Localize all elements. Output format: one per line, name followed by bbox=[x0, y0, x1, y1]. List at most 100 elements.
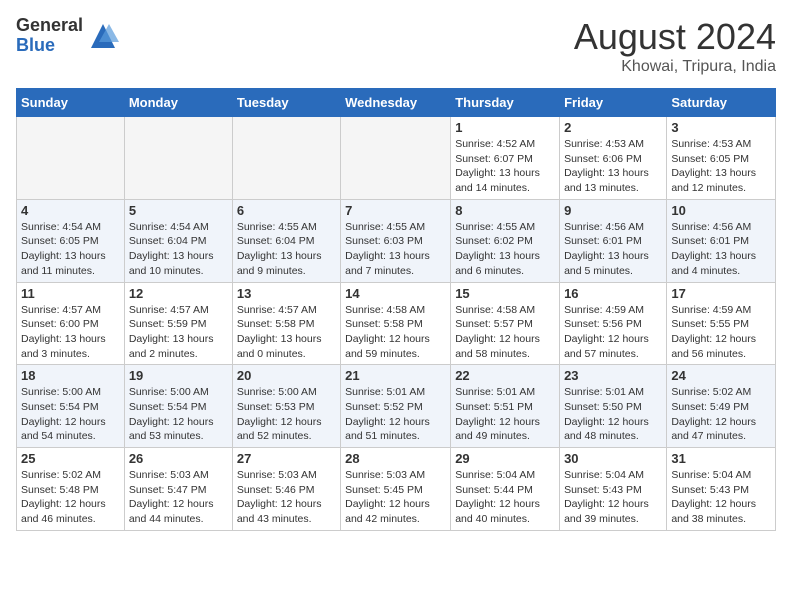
calendar-cell: 22Sunrise: 5:01 AM Sunset: 5:51 PM Dayli… bbox=[451, 365, 560, 448]
week-row-5: 25 Sunrise: 5:02 AM Sunset: 5:48 PM Dayli… bbox=[17, 448, 776, 531]
day-info: Sunrise: 4:55 AM Sunset: 6:04 PM Dayligh… bbox=[237, 220, 336, 279]
day-info: Sunrise: 4:55 AM Sunset: 6:03 PM Dayligh… bbox=[345, 220, 446, 279]
weekday-header-tuesday: Tuesday bbox=[232, 89, 340, 117]
calendar-cell: 13 Sunrise: 4:57 AM Sunset: 5:58 PM Dayli… bbox=[232, 282, 340, 365]
day-info: Sunrise: 4:54 AM Sunset: 6:05 PM Dayligh… bbox=[21, 220, 120, 279]
weekday-header-friday: Friday bbox=[560, 89, 667, 117]
calendar-cell: 5 Sunrise: 4:54 AM Sunset: 6:04 PM Daylig… bbox=[124, 199, 232, 282]
logo-icon bbox=[87, 20, 119, 52]
day-info: Sunrise: 5:04 AM Sunset: 5:44 PM Dayligh… bbox=[455, 468, 555, 527]
calendar-cell bbox=[341, 117, 451, 200]
day-number: 1 bbox=[455, 120, 555, 135]
weekday-header-saturday: Saturday bbox=[667, 89, 776, 117]
weekday-header-row: SundayMondayTuesdayWednesdayThursdayFrid… bbox=[17, 89, 776, 117]
calendar-cell: 12Sunrise: 4:57 AM Sunset: 5:59 PM Dayli… bbox=[124, 282, 232, 365]
day-number: 12 bbox=[129, 286, 228, 301]
day-number: 19 bbox=[129, 368, 228, 383]
calendar-cell: 15 Sunrise: 4:58 AM Sunset: 5:57 PM Dayli… bbox=[451, 282, 560, 365]
day-number: 18 bbox=[21, 368, 120, 383]
day-number: 2 bbox=[564, 120, 662, 135]
day-number: 20 bbox=[237, 368, 336, 383]
week-row-2: 4 Sunrise: 4:54 AM Sunset: 6:05 PM Daylig… bbox=[17, 199, 776, 282]
day-info: Sunrise: 4:56 AM Sunset: 6:01 PM Dayligh… bbox=[671, 220, 771, 279]
day-number: 22 bbox=[455, 368, 555, 383]
day-info: Sunrise: 5:01 AM Sunset: 5:52 PM Dayligh… bbox=[345, 385, 446, 444]
day-info: Sunrise: 4:58 AM Sunset: 5:58 PM Dayligh… bbox=[345, 303, 446, 362]
weekday-header-wednesday: Wednesday bbox=[341, 89, 451, 117]
day-info: Sunrise: 4:59 AM Sunset: 5:55 PM Dayligh… bbox=[671, 303, 771, 362]
day-info: Sunrise: 5:04 AM Sunset: 5:43 PM Dayligh… bbox=[671, 468, 771, 527]
day-info: Sunrise: 4:52 AM Sunset: 6:07 PM Dayligh… bbox=[455, 137, 555, 196]
calendar-cell: 1 Sunrise: 4:52 AM Sunset: 6:07 PM Daylig… bbox=[451, 117, 560, 200]
day-info: Sunrise: 4:58 AM Sunset: 5:57 PM Dayligh… bbox=[455, 303, 555, 362]
day-number: 30 bbox=[564, 451, 662, 466]
weekday-header-sunday: Sunday bbox=[17, 89, 125, 117]
day-number: 15 bbox=[455, 286, 555, 301]
calendar-cell: 4 Sunrise: 4:54 AM Sunset: 6:05 PM Daylig… bbox=[17, 199, 125, 282]
day-info: Sunrise: 4:54 AM Sunset: 6:04 PM Dayligh… bbox=[129, 220, 228, 279]
day-info: Sunrise: 5:03 AM Sunset: 5:45 PM Dayligh… bbox=[345, 468, 446, 527]
weekday-header-monday: Monday bbox=[124, 89, 232, 117]
calendar-cell: 18 Sunrise: 5:00 AM Sunset: 5:54 PM Dayli… bbox=[17, 365, 125, 448]
calendar-cell: 20Sunrise: 5:00 AM Sunset: 5:53 PM Dayli… bbox=[232, 365, 340, 448]
day-number: 31 bbox=[671, 451, 771, 466]
day-info: Sunrise: 5:03 AM Sunset: 5:47 PM Dayligh… bbox=[129, 468, 228, 527]
calendar-cell: 25 Sunrise: 5:02 AM Sunset: 5:48 PM Dayli… bbox=[17, 448, 125, 531]
day-info: Sunrise: 4:57 AM Sunset: 6:00 PM Dayligh… bbox=[21, 303, 120, 362]
day-number: 7 bbox=[345, 203, 446, 218]
day-info: Sunrise: 4:56 AM Sunset: 6:01 PM Dayligh… bbox=[564, 220, 662, 279]
logo: General Blue bbox=[16, 16, 119, 56]
day-number: 16 bbox=[564, 286, 662, 301]
day-info: Sunrise: 4:57 AM Sunset: 5:58 PM Dayligh… bbox=[237, 303, 336, 362]
day-number: 26 bbox=[129, 451, 228, 466]
day-info: Sunrise: 5:04 AM Sunset: 5:43 PM Dayligh… bbox=[564, 468, 662, 527]
day-number: 4 bbox=[21, 203, 120, 218]
day-info: Sunrise: 5:00 AM Sunset: 5:54 PM Dayligh… bbox=[129, 385, 228, 444]
calendar-cell: 14Sunrise: 4:58 AM Sunset: 5:58 PM Dayli… bbox=[341, 282, 451, 365]
day-info: Sunrise: 4:59 AM Sunset: 5:56 PM Dayligh… bbox=[564, 303, 662, 362]
calendar-cell: 3 Sunrise: 4:53 AM Sunset: 6:05 PM Daylig… bbox=[667, 117, 776, 200]
day-number: 28 bbox=[345, 451, 446, 466]
day-info: Sunrise: 4:53 AM Sunset: 6:06 PM Dayligh… bbox=[564, 137, 662, 196]
logo-general: General bbox=[16, 16, 83, 36]
day-number: 9 bbox=[564, 203, 662, 218]
day-info: Sunrise: 5:03 AM Sunset: 5:46 PM Dayligh… bbox=[237, 468, 336, 527]
day-info: Sunrise: 5:02 AM Sunset: 5:49 PM Dayligh… bbox=[671, 385, 771, 444]
calendar-cell: 16 Sunrise: 4:59 AM Sunset: 5:56 PM Dayli… bbox=[560, 282, 667, 365]
calendar-cell: 17 Sunrise: 4:59 AM Sunset: 5:55 PM Dayli… bbox=[667, 282, 776, 365]
day-number: 5 bbox=[129, 203, 228, 218]
week-row-3: 11Sunrise: 4:57 AM Sunset: 6:00 PM Dayli… bbox=[17, 282, 776, 365]
day-number: 8 bbox=[455, 203, 555, 218]
calendar-cell bbox=[232, 117, 340, 200]
calendar-table: SundayMondayTuesdayWednesdayThursdayFrid… bbox=[16, 88, 776, 531]
calendar-cell: 29 Sunrise: 5:04 AM Sunset: 5:44 PM Dayli… bbox=[451, 448, 560, 531]
month-title: August 2024 bbox=[574, 16, 776, 58]
day-info: Sunrise: 4:53 AM Sunset: 6:05 PM Dayligh… bbox=[671, 137, 771, 196]
title-block: August 2024 Khowai, Tripura, India bbox=[574, 16, 776, 76]
day-number: 13 bbox=[237, 286, 336, 301]
calendar-cell: 10Sunrise: 4:56 AM Sunset: 6:01 PM Dayli… bbox=[667, 199, 776, 282]
calendar-cell: 9 Sunrise: 4:56 AM Sunset: 6:01 PM Daylig… bbox=[560, 199, 667, 282]
calendar-cell: 23Sunrise: 5:01 AM Sunset: 5:50 PM Dayli… bbox=[560, 365, 667, 448]
day-info: Sunrise: 5:02 AM Sunset: 5:48 PM Dayligh… bbox=[21, 468, 120, 527]
calendar-cell: 21 Sunrise: 5:01 AM Sunset: 5:52 PM Dayli… bbox=[341, 365, 451, 448]
day-number: 17 bbox=[671, 286, 771, 301]
day-number: 3 bbox=[671, 120, 771, 135]
day-number: 24 bbox=[671, 368, 771, 383]
day-number: 29 bbox=[455, 451, 555, 466]
day-number: 6 bbox=[237, 203, 336, 218]
logo-blue: Blue bbox=[16, 36, 83, 56]
calendar-cell bbox=[124, 117, 232, 200]
calendar-cell: 6 Sunrise: 4:55 AM Sunset: 6:04 PM Daylig… bbox=[232, 199, 340, 282]
calendar-cell: 30 Sunrise: 5:04 AM Sunset: 5:43 PM Dayli… bbox=[560, 448, 667, 531]
calendar-cell: 28 Sunrise: 5:03 AM Sunset: 5:45 PM Dayli… bbox=[341, 448, 451, 531]
calendar-cell: 24 Sunrise: 5:02 AM Sunset: 5:49 PM Dayli… bbox=[667, 365, 776, 448]
week-row-1: 1 Sunrise: 4:52 AM Sunset: 6:07 PM Daylig… bbox=[17, 117, 776, 200]
day-info: Sunrise: 5:00 AM Sunset: 5:54 PM Dayligh… bbox=[21, 385, 120, 444]
location-title: Khowai, Tripura, India bbox=[574, 58, 776, 76]
day-number: 27 bbox=[237, 451, 336, 466]
day-number: 23 bbox=[564, 368, 662, 383]
calendar-cell: 2 Sunrise: 4:53 AM Sunset: 6:06 PM Daylig… bbox=[560, 117, 667, 200]
day-number: 25 bbox=[21, 451, 120, 466]
day-number: 21 bbox=[345, 368, 446, 383]
